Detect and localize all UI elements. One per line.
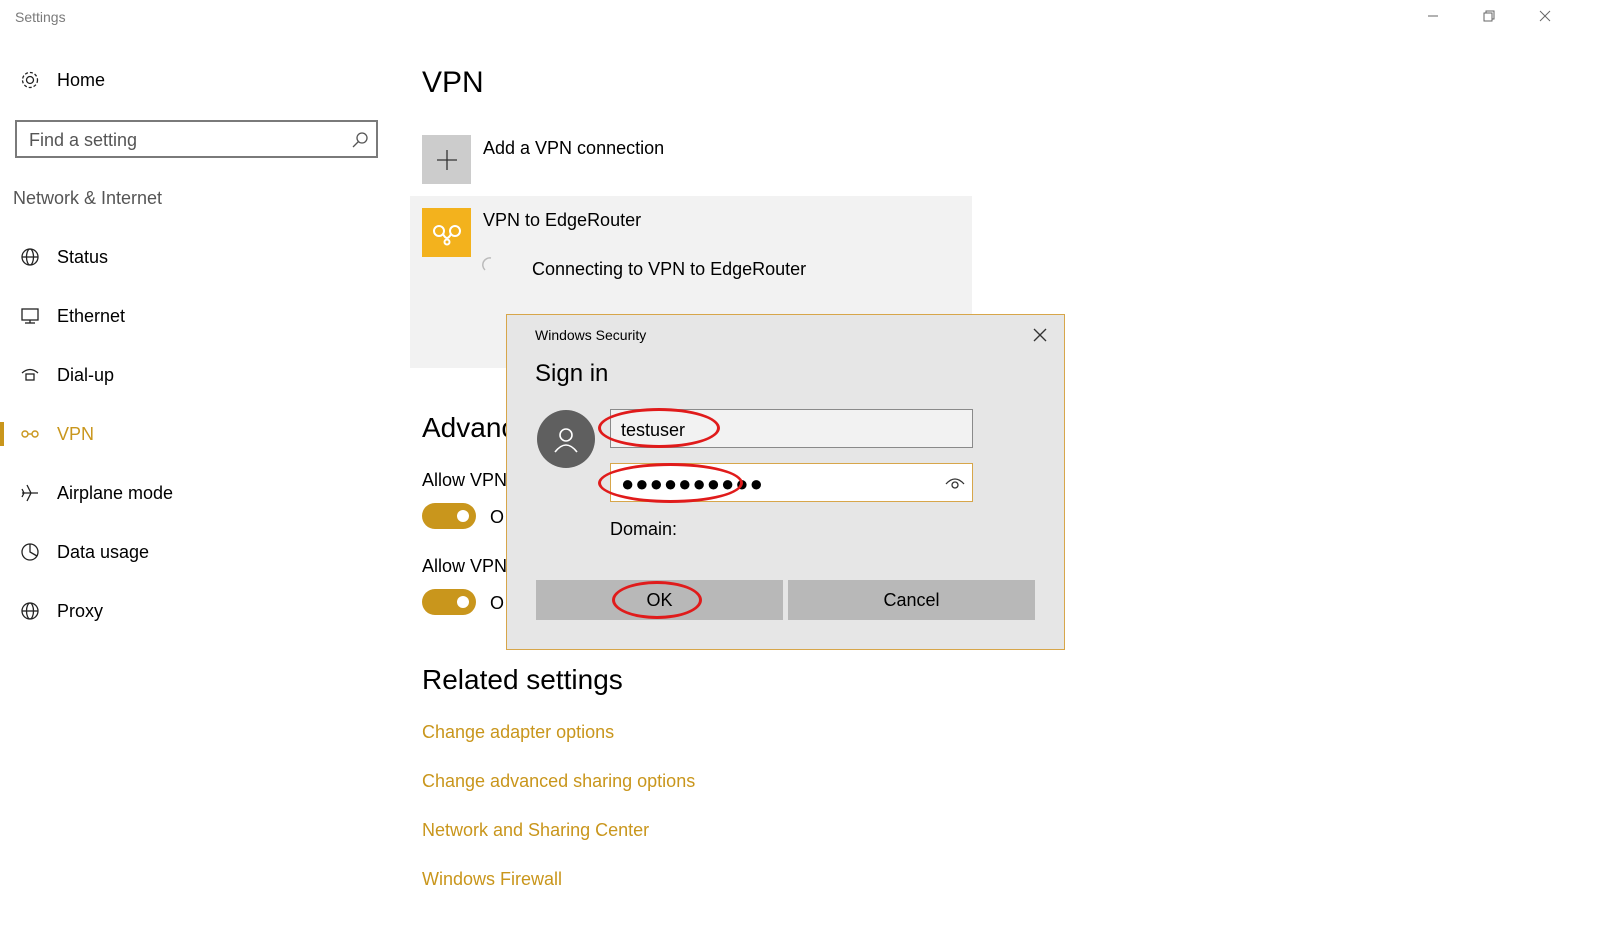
sidebar-item-label: Ethernet [57, 305, 126, 326]
add-vpn-label: Add a VPN connection [483, 138, 665, 158]
monitor-icon [18, 304, 42, 328]
dialog-caption: Windows Security [535, 327, 647, 343]
page-title: VPN [422, 66, 484, 99]
dialog-title: Sign in [535, 360, 609, 387]
sidebar-item-status[interactable]: Status [0, 237, 390, 277]
restore-icon [1483, 10, 1495, 22]
domain-label: Domain: [610, 519, 678, 539]
search-box[interactable] [15, 120, 378, 158]
search-input[interactable] [29, 128, 339, 152]
reveal-password-icon[interactable] [944, 472, 966, 494]
active-indicator [0, 422, 4, 446]
toggle-knob [457, 596, 469, 608]
plus-icon [422, 135, 471, 184]
restore-button[interactable] [1466, 0, 1512, 32]
toggle-state-text: O [490, 507, 505, 527]
minimize-icon [1428, 15, 1438, 17]
sidebar-item-data-usage[interactable]: Data usage [0, 532, 390, 572]
sidebar-item-label: Status [57, 246, 109, 267]
allow-vpn-roaming-label: Allow VPN [422, 556, 508, 576]
globe-icon [18, 599, 42, 623]
change-adapter-options-link[interactable]: Change adapter options [422, 722, 614, 743]
sidebar-item-dial-up[interactable]: Dial-up [0, 355, 390, 395]
close-icon [1539, 10, 1551, 22]
cancel-button[interactable]: Cancel [788, 580, 1035, 620]
sidebar-item-label: Data usage [57, 541, 150, 562]
sidebar-item-ethernet[interactable]: Ethernet [0, 296, 390, 336]
dialog-close-button[interactable] [1030, 325, 1050, 345]
gear-icon [18, 68, 42, 92]
sidebar-item-label: Proxy [57, 600, 104, 621]
sidebar-item-airplane-mode[interactable]: Airplane mode [0, 473, 390, 513]
vpn-icon [18, 422, 42, 446]
sidebar-item-vpn[interactable]: VPN [0, 414, 390, 454]
change-advanced-sharing-link[interactable]: Change advanced sharing options [422, 771, 695, 792]
password-value: ●●●●●●●●●● [621, 471, 764, 496]
password-field[interactable]: ●●●●●●●●●● [610, 463, 973, 502]
advanced-options-heading: Advanc [422, 412, 516, 443]
close-window-button[interactable] [1522, 0, 1568, 32]
add-vpn-button[interactable]: Add a VPN connection [422, 135, 922, 185]
vpn-icon [422, 208, 471, 257]
toggle-state-text: O [490, 593, 505, 613]
username-value: testuser [621, 420, 686, 440]
dialup-icon [18, 363, 42, 387]
airplane-icon [18, 481, 42, 505]
section-label: Network & Internet [13, 188, 163, 208]
user-icon [554, 428, 578, 453]
sidebar-item-home[interactable]: Home [0, 66, 390, 94]
allow-vpn-metered-toggle[interactable] [422, 503, 476, 529]
network-sharing-center-link[interactable]: Network and Sharing Center [422, 820, 649, 841]
toggle-knob [457, 510, 469, 522]
spinner-icon [482, 256, 500, 274]
allow-vpn-roaming-toggle[interactable] [422, 589, 476, 615]
title-bar: Settings [0, 0, 1600, 34]
allow-vpn-metered-label: Allow VPN [422, 470, 508, 490]
windows-firewall-link[interactable]: Windows Firewall [422, 869, 562, 890]
sidebar-item-label: Home [57, 69, 106, 90]
window-title: Settings [15, 9, 66, 25]
username-field[interactable]: testuser [610, 409, 973, 448]
sidebar-item-proxy[interactable]: Proxy [0, 591, 390, 631]
vpn-connection-name: VPN to EdgeRouter [483, 210, 642, 230]
sidebar: Home Network & Internet Status Ethernet … [0, 34, 400, 945]
sidebar-item-label: VPN [57, 423, 95, 444]
avatar [537, 410, 595, 468]
globe-icon [18, 245, 42, 269]
ok-button[interactable]: OK [536, 580, 783, 620]
sidebar-item-label: Airplane mode [57, 482, 174, 503]
data-usage-icon [18, 540, 42, 564]
vpn-connection-status: Connecting to VPN to EdgeRouter [532, 259, 807, 279]
close-icon [1033, 328, 1047, 342]
search-icon[interactable] [350, 130, 370, 150]
minimize-button[interactable] [1410, 0, 1456, 32]
windows-security-dialog: Windows Security Sign in testuser ●●●●●●… [506, 314, 1065, 650]
related-settings-heading: Related settings [422, 664, 623, 695]
sidebar-item-label: Dial-up [57, 364, 115, 385]
